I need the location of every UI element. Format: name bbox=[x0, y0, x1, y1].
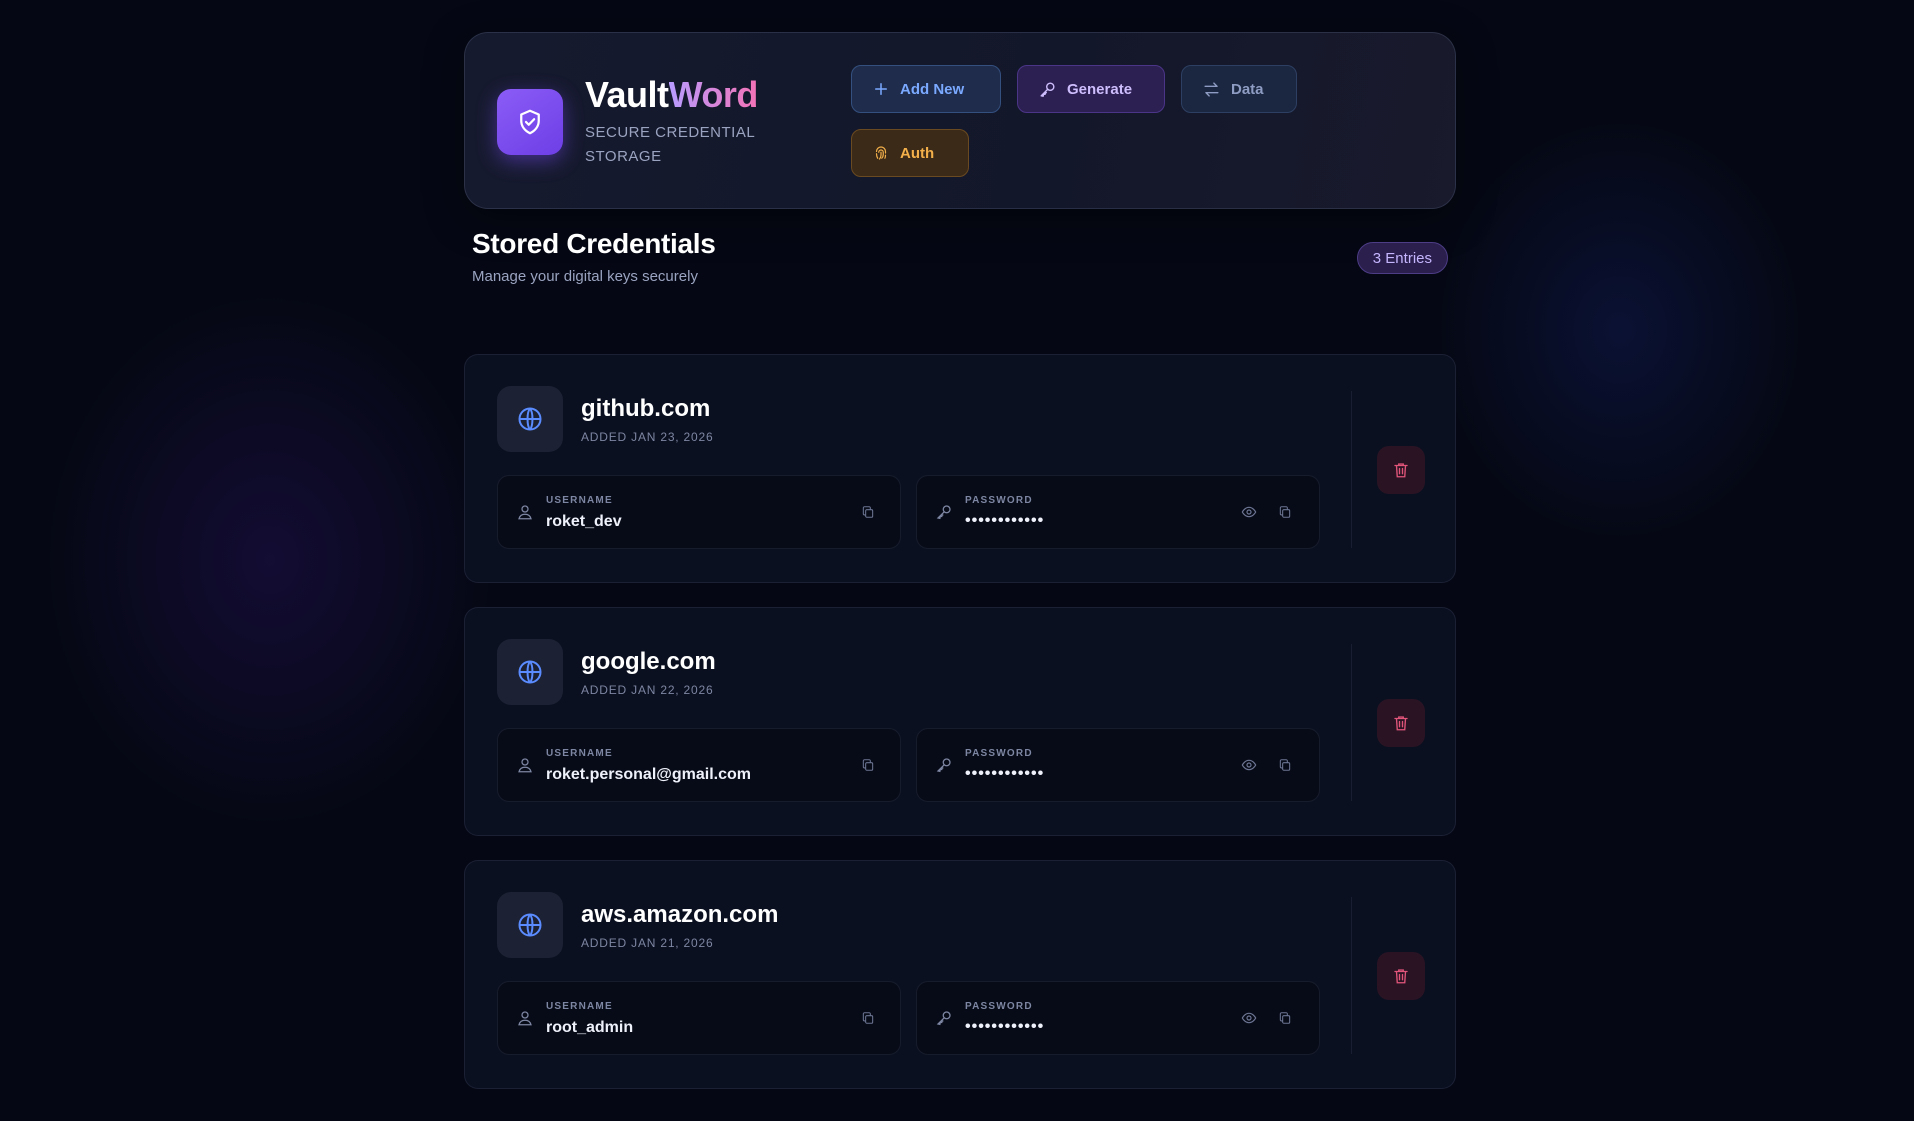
section-subtitle: Manage your digital keys securely bbox=[472, 268, 698, 285]
user-icon bbox=[518, 505, 532, 520]
credential-card: google.com ADDED JAN 22, 2026 USERNAME r… bbox=[464, 607, 1456, 836]
reveal-password-button[interactable] bbox=[1239, 755, 1259, 775]
delete-button[interactable] bbox=[1377, 699, 1425, 747]
card-divider bbox=[1351, 644, 1352, 801]
credential-card: aws.amazon.com ADDED JAN 21, 2026 USERNA… bbox=[464, 860, 1456, 1089]
site-icon bbox=[497, 386, 563, 452]
username-field: USERNAME roket.personal@gmail.com bbox=[497, 728, 901, 802]
credential-card: github.com ADDED JAN 23, 2026 USERNAME r… bbox=[464, 354, 1456, 583]
key-icon bbox=[936, 758, 951, 773]
copy-username-button[interactable] bbox=[858, 1008, 878, 1028]
copy-username-button[interactable] bbox=[858, 755, 878, 775]
copy-icon bbox=[862, 1012, 874, 1024]
trash-icon bbox=[1394, 463, 1408, 478]
copy-password-button[interactable] bbox=[1275, 502, 1295, 522]
card-divider bbox=[1351, 391, 1352, 548]
copy-icon bbox=[1279, 759, 1291, 771]
site-icon bbox=[497, 892, 563, 958]
user-icon bbox=[518, 1011, 532, 1026]
copy-icon bbox=[1279, 1012, 1291, 1024]
username-field: USERNAME root_admin bbox=[497, 981, 901, 1055]
section-title: Stored Credentials bbox=[472, 228, 716, 259]
delete-button[interactable] bbox=[1377, 446, 1425, 494]
copy-icon bbox=[862, 506, 874, 518]
copy-icon bbox=[862, 759, 874, 771]
password-field: PASSWORD •••••••••••• bbox=[916, 475, 1320, 549]
password-value: •••••••••••• bbox=[965, 765, 1045, 782]
username-value: root_admin bbox=[546, 1019, 634, 1036]
password-label: PASSWORD bbox=[965, 748, 1033, 759]
site-icon bbox=[497, 639, 563, 705]
globe-icon bbox=[518, 913, 542, 937]
password-field: PASSWORD •••••••••••• bbox=[916, 728, 1320, 802]
key-icon bbox=[936, 505, 951, 520]
delete-button[interactable] bbox=[1377, 952, 1425, 1000]
added-date: ADDED JAN 23, 2026 bbox=[581, 430, 714, 444]
reveal-password-button[interactable] bbox=[1239, 502, 1259, 522]
user-icon bbox=[518, 758, 532, 773]
username-value: roket.personal@gmail.com bbox=[546, 766, 751, 783]
copy-username-button[interactable] bbox=[858, 502, 878, 522]
globe-icon bbox=[518, 407, 542, 431]
eye-icon bbox=[1241, 1012, 1257, 1024]
copy-icon bbox=[1279, 506, 1291, 518]
password-value: •••••••••••• bbox=[965, 1018, 1045, 1035]
added-date: ADDED JAN 22, 2026 bbox=[581, 683, 714, 697]
username-label: USERNAME bbox=[546, 748, 613, 759]
site-name: google.com bbox=[581, 648, 716, 675]
eye-icon bbox=[1241, 506, 1257, 518]
added-date: ADDED JAN 21, 2026 bbox=[581, 936, 714, 950]
username-label: USERNAME bbox=[546, 495, 613, 506]
username-label: USERNAME bbox=[546, 1001, 613, 1012]
username-value: roket_dev bbox=[546, 513, 622, 530]
copy-password-button[interactable] bbox=[1275, 1008, 1295, 1028]
key-icon bbox=[936, 1011, 951, 1026]
password-label: PASSWORD bbox=[965, 1001, 1033, 1012]
card-divider bbox=[1351, 897, 1352, 1054]
password-field: PASSWORD •••••••••••• bbox=[916, 981, 1320, 1055]
password-label: PASSWORD bbox=[965, 495, 1033, 506]
password-value: •••••••••••• bbox=[965, 512, 1045, 529]
trash-icon bbox=[1394, 716, 1408, 731]
eye-icon bbox=[1241, 759, 1257, 771]
entries-count-badge: 3 Entries bbox=[1356, 242, 1448, 274]
site-name: aws.amazon.com bbox=[581, 901, 779, 928]
username-field: USERNAME roket_dev bbox=[497, 475, 901, 549]
copy-password-button[interactable] bbox=[1275, 755, 1295, 775]
credentials-section-header: Stored Credentials Manage your digital k… bbox=[464, 0, 1456, 320]
site-name: github.com bbox=[581, 395, 711, 422]
credential-list: github.com ADDED JAN 23, 2026 USERNAME r… bbox=[464, 354, 1456, 1089]
globe-icon bbox=[518, 660, 542, 684]
reveal-password-button[interactable] bbox=[1239, 1008, 1259, 1028]
trash-icon bbox=[1394, 969, 1408, 984]
